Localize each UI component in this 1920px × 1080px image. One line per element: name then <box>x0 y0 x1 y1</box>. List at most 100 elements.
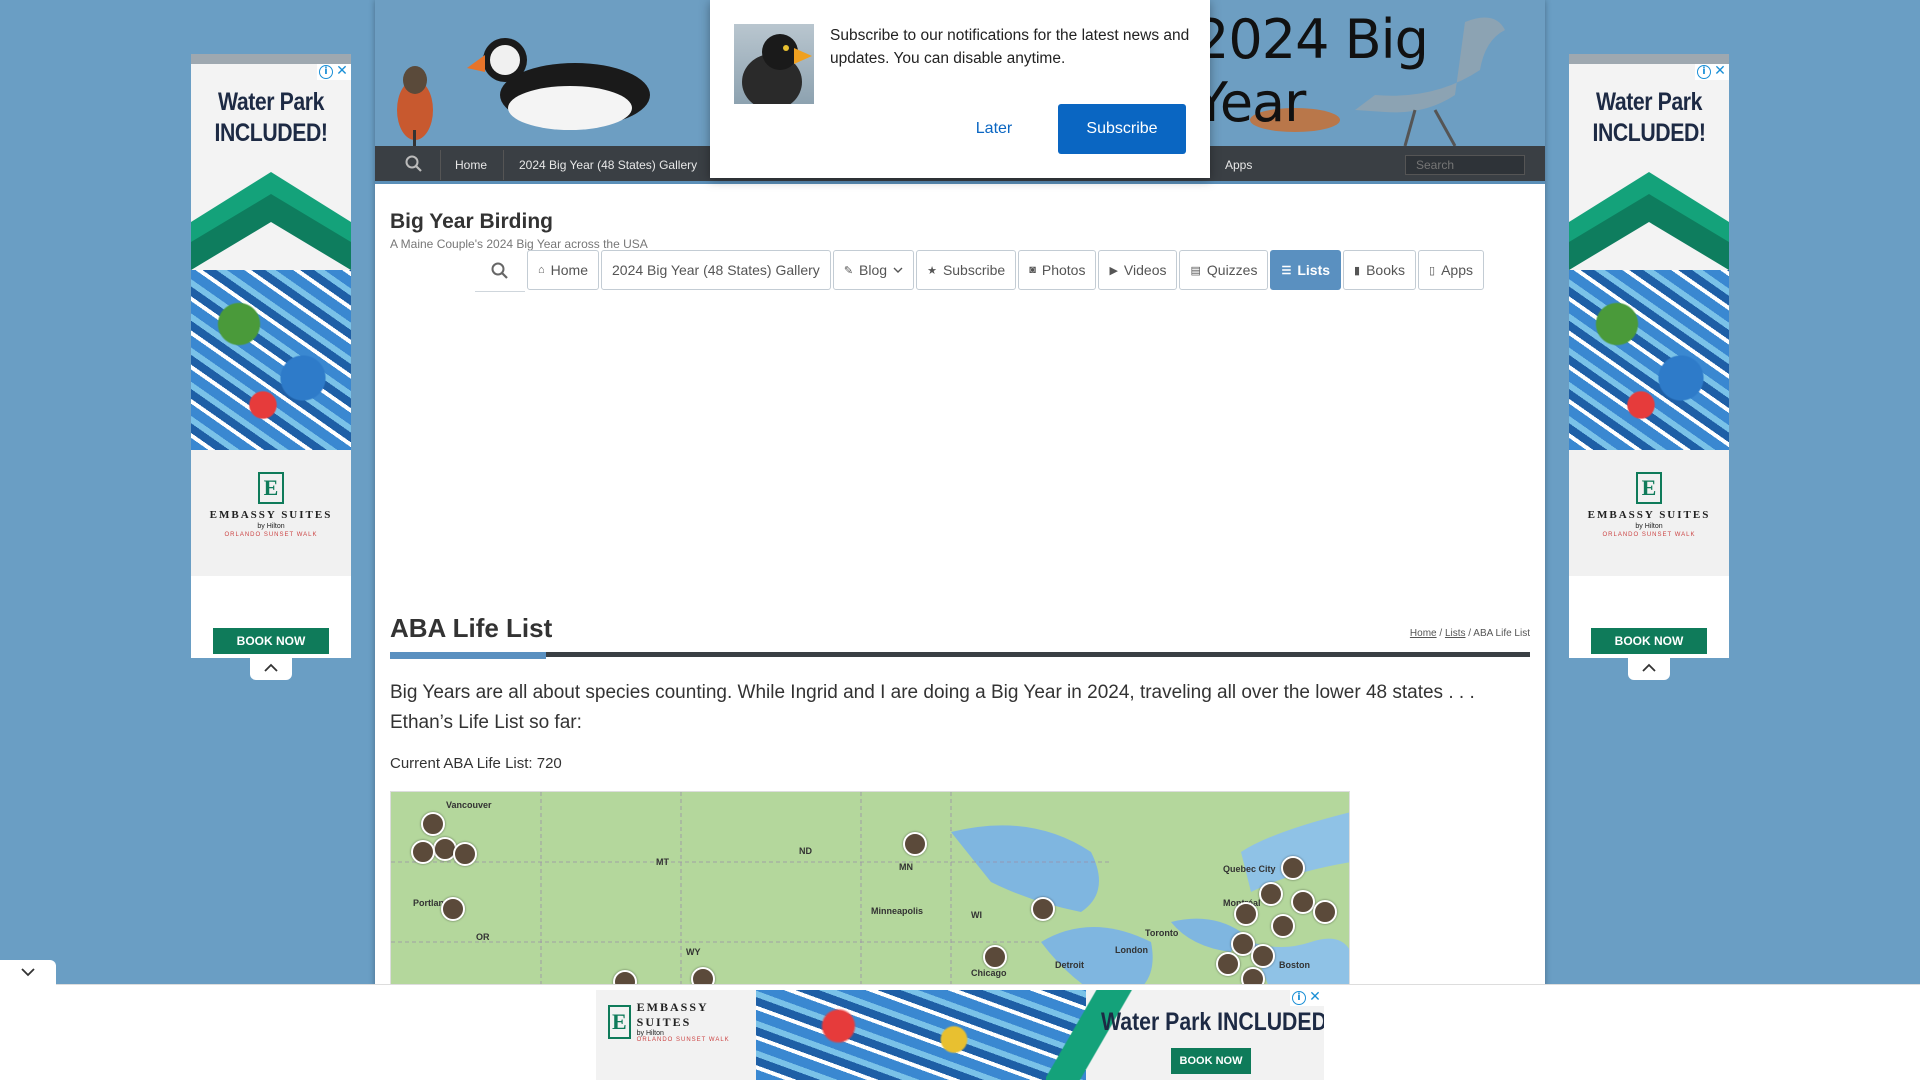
main-navigation: ⌂ Home 2024 Big Year (48 States) Gallery… <box>475 250 1484 292</box>
map-sighting-pin[interactable] <box>453 842 477 866</box>
ad-book-now-button[interactable]: BOOK NOW <box>213 628 329 654</box>
star-icon: ★ <box>927 264 937 277</box>
breadcrumb-home-link[interactable]: Home <box>1410 628 1437 639</box>
right-ad-collapse-tab[interactable] <box>1628 658 1670 680</box>
ad-info-icon[interactable]: i <box>319 65 333 79</box>
map-sighting-pin[interactable] <box>421 812 445 836</box>
title-divider-accent <box>390 652 546 659</box>
nav-item-label: Books <box>1366 262 1406 278</box>
ad-chevron-graphic <box>1569 172 1729 270</box>
embassy-logo-icon: E <box>608 1004 631 1039</box>
ad-book-now-button[interactable]: BOOK NOW <box>1591 628 1707 654</box>
map-sighting-pin[interactable] <box>983 945 1007 969</box>
title-divider <box>390 652 1530 657</box>
map-sighting-pin[interactable] <box>1251 944 1275 968</box>
chevron-up-icon <box>1642 663 1656 672</box>
ad-brand: EMBASSY SUITES <box>636 1000 709 1029</box>
page-title: ABA Life List <box>390 613 553 643</box>
chevron-up-icon <box>264 663 278 672</box>
nav-item-subscribe[interactable]: ★ Subscribe <box>916 250 1017 290</box>
nav-item-photos[interactable]: ◙ Photos <box>1018 250 1097 290</box>
ad-sub-brand: by Hilton <box>1635 523 1663 530</box>
ad-close-icon[interactable]: ✕ <box>335 64 349 79</box>
ad-brand: EMBASSY SUITES <box>1587 509 1711 521</box>
ad-headline: Water Park INCLUDED! <box>191 64 351 172</box>
ad-waterpark-photo <box>756 990 1086 1080</box>
intro-paragraph: Big Years are all about species counting… <box>390 682 1475 733</box>
site-title[interactable]: Big Year Birding <box>390 210 553 234</box>
nav-item-label: Videos <box>1123 262 1167 278</box>
embassy-logo-icon: E <box>1636 472 1662 504</box>
map-label: Quebec City <box>1223 864 1276 874</box>
ad-close-icon[interactable]: ✕ <box>1308 990 1322 1005</box>
nav-item-books[interactable]: ▮ Books <box>1343 250 1417 290</box>
ad-waterpark-photo <box>1569 270 1729 450</box>
map-label: WY <box>686 947 701 957</box>
search-input[interactable] <box>1405 155 1525 175</box>
map-sighting-pin[interactable] <box>903 832 927 856</box>
map-sighting-pin[interactable] <box>1216 952 1240 976</box>
map-sighting-pin[interactable] <box>1313 900 1337 924</box>
life-list-count: Current ABA Life List: 720 <box>390 755 562 772</box>
map-sighting-pin[interactable] <box>411 840 435 864</box>
nav-item-label: Subscribe <box>942 262 1006 278</box>
left-side-ad[interactable]: i ✕ Water Park INCLUDED! E EMBASSY SUITE… <box>191 54 351 658</box>
quiz-icon: ▤ <box>1190 264 1201 277</box>
map-sighting-pin[interactable] <box>1271 914 1295 938</box>
edit-icon: ✎ <box>843 264 854 277</box>
ad-headline-line2: INCLUDED! <box>1592 119 1706 147</box>
breadcrumb-lists-link[interactable]: Lists <box>1445 628 1466 639</box>
breadcrumb-current: ABA Life List <box>1473 628 1530 639</box>
nav-item-videos[interactable]: ▶ Videos <box>1098 250 1178 290</box>
right-side-ad[interactable]: i ✕ Water Park INCLUDED! E EMBASSY SUITE… <box>1569 54 1729 658</box>
chevron-down-icon <box>21 968 35 977</box>
ad-location: ORLANDO SUNSET WALK <box>636 1037 730 1043</box>
map-sighting-pin[interactable] <box>441 897 465 921</box>
nav-item-blog[interactable]: ✎ Blog <box>832 250 915 290</box>
ad-waterpark-photo <box>191 270 351 450</box>
phone-icon: ▯ <box>1429 264 1436 277</box>
map-label: Toronto <box>1145 928 1179 938</box>
search-icon[interactable] <box>475 250 525 292</box>
map-sighting-pin[interactable] <box>1281 856 1305 880</box>
later-button[interactable]: Later <box>944 104 1044 154</box>
map-label: ND <box>799 846 812 856</box>
ad-info-icon[interactable]: i <box>1292 991 1306 1005</box>
ad-sub-brand: by Hilton <box>257 523 285 530</box>
map-sighting-pin[interactable] <box>1291 890 1315 914</box>
left-ad-collapse-tab[interactable] <box>250 658 292 680</box>
subscribe-button[interactable]: Subscribe <box>1058 104 1186 154</box>
ad-headline: Water Park INCLUDED! <box>1101 1008 1324 1036</box>
topnav-item-apps[interactable]: Apps <box>1225 158 1252 172</box>
bottom-banner-ad[interactable]: i ✕ E EMBASSY SUITES by Hilton ORLANDO S… <box>596 990 1324 1080</box>
ad-book-now-button[interactable]: BOOK NOW <box>1171 1048 1251 1074</box>
topnav-item-gallery[interactable]: 2024 Big Year (48 States) Gallery <box>519 158 697 172</box>
ad-headline: Water Park INCLUDED! <box>1569 64 1729 172</box>
nav-item-apps[interactable]: ▯ Apps <box>1418 250 1484 290</box>
notification-bird-image <box>734 24 814 104</box>
nav-item-label: 2024 Big Year (48 States) Gallery <box>612 262 820 278</box>
topnav-item-home[interactable]: Home <box>455 158 487 172</box>
map-sighting-pin[interactable] <box>1234 902 1258 926</box>
bottom-ad-collapse-tab[interactable] <box>0 960 56 988</box>
ad-close-icon[interactable]: ✕ <box>1713 64 1727 79</box>
nav-item-quizzes[interactable]: ▤ Quizzes <box>1179 250 1269 290</box>
map-sighting-pin[interactable] <box>1031 897 1055 921</box>
ad-controls: i ✕ <box>1695 64 1729 80</box>
search-icon[interactable] <box>405 155 423 178</box>
ad-sub-brand: by Hilton <box>636 1030 664 1037</box>
banner-title: 2024 Big Year <box>1195 8 1429 134</box>
page-wrapper: 2024 Big Year Home 2024 Big Year (48 Sta… <box>375 0 1545 1080</box>
nav-item-label: Photos <box>1041 262 1086 278</box>
nav-item-lists[interactable]: ☰ Lists <box>1270 250 1342 290</box>
notification-message: Subscribe to our notifications for the l… <box>830 27 1190 67</box>
nav-item-gallery[interactable]: 2024 Big Year (48 States) Gallery <box>601 250 831 290</box>
ad-location: ORLANDO SUNSET WALK <box>224 532 318 538</box>
map-sighting-pin[interactable] <box>1259 882 1283 906</box>
nav-item-label: Home <box>550 262 589 278</box>
ad-info-icon[interactable]: i <box>1697 65 1711 79</box>
embassy-logo-icon: E <box>258 472 284 504</box>
map-label: Minneapolis <box>871 906 924 916</box>
ad-chevron-graphic <box>191 172 351 270</box>
nav-item-home[interactable]: ⌂ Home <box>527 250 600 290</box>
